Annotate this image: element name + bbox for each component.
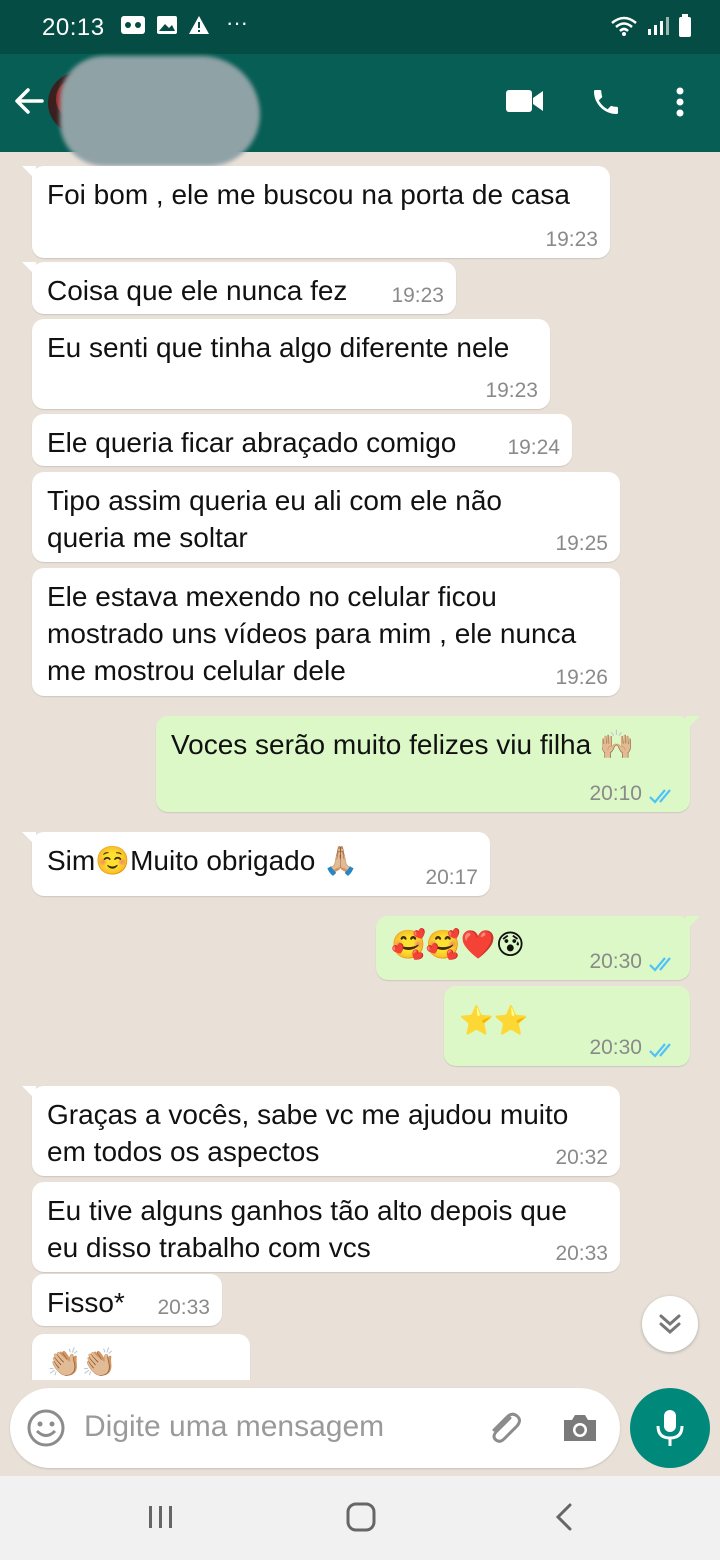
message-list[interactable]: Foi bom , ele me buscou na porta de casa… [0, 152, 720, 1380]
scroll-to-bottom-button[interactable] [642, 1296, 698, 1352]
message-bubble-outgoing[interactable]: Voces serão muito felizes viu filha 🙌🏼 2… [156, 716, 700, 812]
redacted-contact-name[interactable] [60, 56, 260, 166]
message-bubble-incoming[interactable]: Tipo assim queria eu ali com ele não que… [32, 472, 620, 562]
signal-icon [648, 17, 669, 35]
message-text: Ele estava mexendo no celular ficou most… [47, 581, 577, 686]
message-time: 19:25 [555, 532, 608, 555]
message-time: 19:24 [507, 436, 560, 459]
message-text: Sim☺️Muito obrigado 🙏🏼 [47, 845, 358, 876]
message-bubble-incoming[interactable]: Ele estava mexendo no celular ficou most… [32, 568, 620, 696]
message-bubble-incoming[interactable]: Sim☺️Muito obrigado 🙏🏼 20:17 [22, 832, 490, 896]
message-time: 20:32 [555, 1146, 608, 1169]
image-icon [157, 16, 177, 34]
message-time: 20:33 [555, 1242, 608, 1265]
message-text: Graças a vocês, sabe vc me ajudou muito … [47, 1099, 569, 1167]
attach-icon[interactable] [484, 1408, 524, 1448]
message-time: 19:23 [485, 379, 538, 402]
battery-icon [679, 14, 691, 37]
message-time: 19:23 [391, 284, 444, 307]
system-navigation-bar [0, 1476, 720, 1560]
message-bubble-incoming[interactable]: Eu senti que tinha algo diferente nele 1… [32, 319, 550, 409]
read-receipt-icon [649, 957, 671, 972]
message-input[interactable]: Digite uma mensagem [84, 1410, 384, 1444]
message-text: ⭐⭐ [459, 1005, 529, 1036]
message-text: Coisa que ele nunca fez [47, 275, 348, 306]
read-receipt-icon [649, 1043, 671, 1058]
read-receipt-icon [649, 789, 671, 804]
message-bubble-incoming[interactable]: 👏🏼👏🏼 [32, 1334, 250, 1380]
camera-icon[interactable] [560, 1408, 600, 1448]
message-bubble-outgoing[interactable]: 🥰🥰❤️😰 20:30 [376, 916, 700, 980]
message-text: Ele queria ficar abraçado comigo [47, 427, 457, 458]
message-bubble-incoming[interactable]: Ele queria ficar abraçado comigo 19:24 [32, 414, 572, 466]
status-time: 20:13 [42, 14, 105, 41]
message-time: 20:17 [425, 866, 478, 889]
voice-call-icon[interactable] [590, 86, 622, 118]
message-time: 19:26 [555, 666, 608, 689]
voice-message-button[interactable] [630, 1388, 710, 1468]
warning-icon [189, 16, 209, 34]
recent-apps-icon[interactable] [146, 1502, 176, 1532]
message-text: 👏🏼👏🏼 [47, 1347, 117, 1378]
notification-icons [120, 15, 210, 35]
system-status-icons [610, 14, 692, 38]
back-nav-icon[interactable] [550, 1502, 580, 1532]
more-notifications-icon: ··· [226, 10, 248, 35]
more-options-icon[interactable] [674, 86, 686, 118]
message-composer[interactable]: Digite uma mensagem [10, 1388, 620, 1468]
message-time: 20:33 [157, 1296, 210, 1319]
video-call-icon[interactable] [506, 88, 544, 114]
back-arrow-icon[interactable] [12, 84, 46, 118]
message-bubble-incoming[interactable]: Graças a vocês, sabe vc me ajudou muito … [22, 1086, 620, 1176]
message-text: Tipo assim queria eu ali com ele não que… [47, 485, 502, 553]
message-time: 19:23 [545, 228, 598, 251]
message-time: 20:30 [589, 1036, 642, 1059]
message-bubble-incoming[interactable]: Foi bom , ele me buscou na porta de casa… [22, 166, 610, 258]
message-bubble-outgoing[interactable]: ⭐⭐ 20:30 [444, 986, 690, 1066]
message-bubble-incoming[interactable]: Eu tive alguns ganhos tão alto depois qu… [32, 1182, 620, 1272]
message-text: Voces serão muito felizes viu filha 🙌🏼 [171, 729, 634, 760]
message-text: Eu tive alguns ganhos tão alto depois qu… [47, 1195, 567, 1263]
message-bubble-incoming[interactable]: Fisso* 20:33 [32, 1274, 222, 1326]
emoji-icon[interactable] [26, 1408, 66, 1448]
wifi-icon [611, 16, 637, 36]
microphone-icon [656, 1410, 684, 1446]
voicemail-icon [121, 16, 145, 34]
message-time: 20:10 [589, 782, 642, 805]
double-chevron-down-icon [659, 1314, 681, 1335]
message-text: Eu senti que tinha algo diferente nele [47, 332, 510, 363]
status-bar: 20:13 ··· [0, 0, 720, 54]
message-time: 20:30 [589, 950, 642, 973]
message-bubble-incoming[interactable]: Coisa que ele nunca fez 19:23 [22, 262, 456, 314]
message-text: Foi bom , ele me buscou na porta de casa [47, 179, 570, 210]
chat-header [0, 54, 720, 166]
home-icon[interactable] [346, 1502, 376, 1532]
